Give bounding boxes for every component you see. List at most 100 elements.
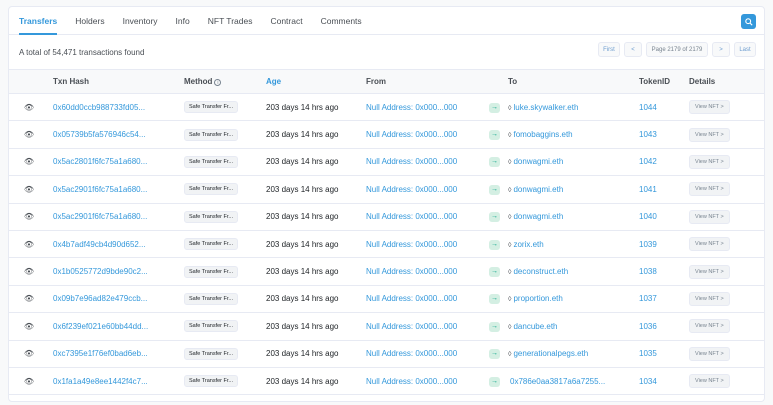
token-id-link[interactable]: 1039 (639, 240, 657, 249)
to-address-link[interactable]: donwagmi.eth (513, 185, 563, 194)
eye-icon[interactable]: 👁 (24, 103, 34, 112)
row-to[interactable]: ◊ donwagmi.eth (504, 148, 635, 177)
row-details[interactable]: View NFT > (685, 230, 764, 259)
from-address-link[interactable]: Null Address: 0x000...000 (366, 185, 457, 194)
row-txn-hash[interactable]: 0x4b7adf49cb4d90d652... (49, 230, 180, 259)
from-address-link[interactable]: Null Address: 0x000...000 (366, 212, 457, 221)
eye-icon[interactable]: 👁 (24, 322, 34, 331)
row-token-id[interactable]: 1036 (635, 312, 685, 341)
row-details[interactable]: View NFT > (685, 312, 764, 341)
eye-icon[interactable]: 👁 (24, 349, 34, 358)
tab-info[interactable]: Info (176, 7, 190, 35)
to-address-link[interactable]: donwagmi.eth (513, 212, 563, 221)
txn-hash-link[interactable]: 0x05739b5fa576946c54... (53, 130, 146, 139)
view-nft-button[interactable]: View NFT > (689, 127, 730, 142)
row-to[interactable]: ◊ dancube.eth (504, 312, 635, 341)
row-token-id[interactable]: 1039 (635, 230, 685, 259)
token-id-link[interactable]: 1044 (639, 103, 657, 112)
txn-hash-link[interactable]: 0x60dd0ccb988733fd05... (53, 103, 145, 112)
tab-inventory[interactable]: Inventory (123, 7, 158, 35)
from-address-link[interactable]: Null Address: 0x000...000 (366, 157, 457, 166)
view-nft-button[interactable]: View NFT > (689, 182, 730, 197)
view-nft-button[interactable]: View NFT > (689, 319, 730, 334)
from-address-link[interactable]: Null Address: 0x000...000 (366, 294, 457, 303)
view-nft-button[interactable]: View NFT > (689, 154, 730, 169)
row-to[interactable]: ◊ zorix.eth (504, 230, 635, 259)
tab-comments[interactable]: Comments (321, 7, 362, 35)
from-address-link[interactable]: Null Address: 0x000...000 (366, 267, 457, 276)
token-id-link[interactable]: 1042 (639, 157, 657, 166)
row-from[interactable]: Null Address: 0x000...000 (362, 93, 485, 122)
row-from[interactable]: Null Address: 0x000...000 (362, 340, 485, 368)
txn-hash-link[interactable]: 0x4b7adf49cb4d90d652... (53, 240, 146, 249)
row-details[interactable]: View NFT > (685, 285, 764, 314)
row-from[interactable]: Null Address: 0x000...000 (362, 257, 485, 286)
row-from[interactable]: Null Address: 0x000...000 (362, 312, 485, 341)
row-preview[interactable]: 👁 (9, 340, 49, 368)
row-details[interactable]: View NFT > (685, 120, 764, 149)
row-txn-hash[interactable]: 0x1b0525772d9bde90c2... (49, 257, 180, 286)
row-txn-hash[interactable]: 0x1fa1a49e8ee1442f4c7... (49, 367, 180, 396)
row-preview[interactable]: 👁 (9, 148, 49, 177)
row-txn-hash[interactable]: 0x05739b5fa576946c54... (49, 120, 180, 149)
to-address-link[interactable]: deconstruct.eth (513, 267, 568, 276)
row-from[interactable]: Null Address: 0x000...000 (362, 175, 485, 204)
row-preview[interactable]: 👁 (9, 230, 49, 259)
next-page-button[interactable]: > (712, 42, 730, 57)
txn-hash-link[interactable]: 0x09b7e96ad82e479ccb... (53, 294, 147, 303)
view-nft-button[interactable]: View NFT > (689, 291, 730, 306)
view-nft-button[interactable]: View NFT > (689, 237, 730, 252)
tab-holders[interactable]: Holders (75, 7, 104, 35)
row-txn-hash[interactable]: 0x6f239ef021e60bb44dd... (49, 312, 180, 341)
row-to[interactable]: ◊ donwagmi.eth (504, 203, 635, 231)
txn-hash-link[interactable]: 0x5ac2801f6fc75a1a680... (53, 157, 147, 166)
row-preview[interactable]: 👁 (9, 367, 49, 396)
col-age[interactable]: Age (262, 69, 362, 94)
eye-icon[interactable]: 👁 (24, 377, 34, 386)
row-preview[interactable]: 👁 (9, 257, 49, 286)
token-id-link[interactable]: 1038 (639, 267, 657, 276)
eye-icon[interactable]: 👁 (24, 130, 34, 139)
row-from[interactable]: Null Address: 0x000...000 (362, 285, 485, 314)
row-from[interactable]: Null Address: 0x000...000 (362, 367, 485, 396)
row-token-id[interactable]: 1044 (635, 93, 685, 122)
view-nft-button[interactable]: View NFT > (689, 346, 730, 361)
row-token-id[interactable]: 1041 (635, 175, 685, 204)
txn-hash-link[interactable]: 0x6f239ef021e60bb44dd... (53, 322, 148, 331)
row-from[interactable]: Null Address: 0x000...000 (362, 148, 485, 177)
first-page-button[interactable]: First (598, 42, 620, 57)
row-details[interactable]: View NFT > (685, 93, 764, 122)
row-from[interactable]: Null Address: 0x000...000 (362, 203, 485, 231)
row-token-id[interactable]: 1043 (635, 120, 685, 149)
row-details[interactable]: View NFT > (685, 257, 764, 286)
token-id-link[interactable]: 1034 (639, 377, 657, 386)
row-txn-hash[interactable]: 0x09b7e96ad82e479ccb... (49, 285, 180, 314)
row-txn-hash[interactable]: 0x5ac2801f6fc75a1a680... (49, 148, 180, 177)
from-address-link[interactable]: Null Address: 0x000...000 (366, 103, 457, 112)
txn-hash-link[interactable]: 0x5ac2901f6fc75a1a680... (53, 185, 147, 194)
from-address-link[interactable]: Null Address: 0x000...000 (366, 349, 457, 358)
row-to[interactable]: ◊ luke.skywalker.eth (504, 93, 635, 122)
view-nft-button[interactable]: View NFT > (689, 100, 730, 115)
from-address-link[interactable]: Null Address: 0x000...000 (366, 322, 457, 331)
row-token-id[interactable]: 1037 (635, 285, 685, 314)
row-txn-hash[interactable]: 0xc7395e1f76ef0bad6eb... (49, 340, 180, 368)
row-to[interactable]: 0x786e0aa3817a6a7255... (504, 367, 635, 396)
row-to[interactable]: ◊ generationalpegs.eth (504, 340, 635, 368)
row-details[interactable]: View NFT > (685, 367, 764, 396)
eye-icon[interactable]: 👁 (24, 185, 34, 194)
from-address-link[interactable]: Null Address: 0x000...000 (366, 377, 457, 386)
view-nft-button[interactable]: View NFT > (689, 374, 730, 389)
token-id-link[interactable]: 1037 (639, 294, 657, 303)
to-address-link[interactable]: fomobaggins.eth (513, 130, 572, 139)
row-details[interactable]: View NFT > (685, 148, 764, 177)
to-address-link[interactable]: donwagmi.eth (513, 157, 563, 166)
row-token-id[interactable]: 1040 (635, 203, 685, 231)
token-id-link[interactable]: 1035 (639, 349, 657, 358)
row-from[interactable]: Null Address: 0x000...000 (362, 230, 485, 259)
tab-nft-trades[interactable]: NFT Trades (208, 7, 253, 35)
eye-icon[interactable]: 👁 (24, 294, 34, 303)
view-nft-button[interactable]: View NFT > (689, 209, 730, 224)
token-id-link[interactable]: 1040 (639, 212, 657, 221)
to-address-link[interactable]: dancube.eth (513, 322, 557, 331)
